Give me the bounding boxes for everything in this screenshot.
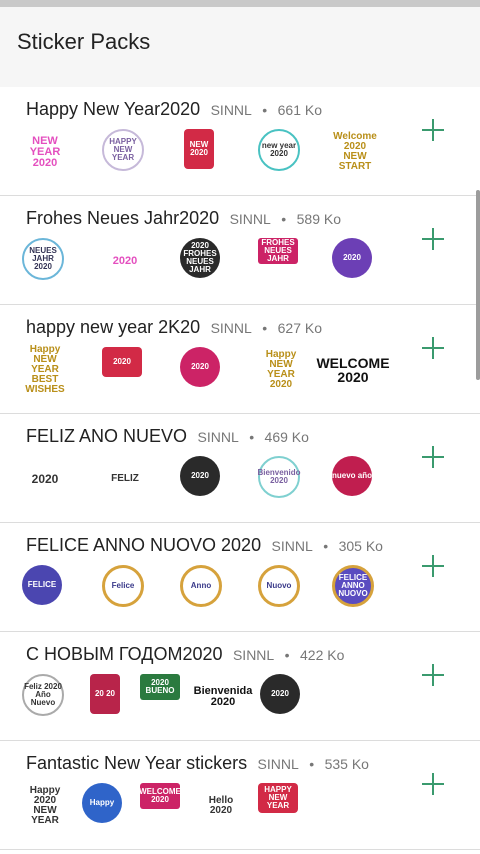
sticker-preview: 2020 FROHES NEUES JAHR [180, 238, 220, 278]
sticker-pack-list: Happy New Year2020 SINNL • 661 Ko NEW YE… [0, 87, 480, 850]
sticker-preview: 2020 [260, 674, 300, 714]
sticker-preview: Feliz 2020 Año Nuevo [22, 674, 64, 716]
sticker-preview-strip: Feliz 2020 Año Nuevo 20 20 2020 BUENO Bi… [22, 674, 402, 730]
sticker-preview: NEUES JAHR 2020 [22, 238, 64, 280]
pack-title: С НОВЫМ ГОДОМ2020 SINNL • 422 Ko [26, 644, 344, 665]
add-plus-icon[interactable] [420, 335, 446, 361]
sticker-preview: FROHES NEUES JAHR [258, 238, 298, 264]
sticker-preview: Bienvenida 2020 [193, 685, 253, 708]
pack-author: SINNL [210, 102, 252, 118]
sticker-preview: 2020 [180, 347, 220, 387]
separator: • [249, 429, 255, 445]
sticker-preview: FELICE [22, 565, 62, 605]
add-plus-icon[interactable] [420, 771, 446, 797]
separator: • [262, 320, 268, 336]
separator: • [281, 211, 287, 227]
sticker-preview: Bienvenido 2020 [257, 456, 301, 498]
sticker-preview-strip: Happy NEW YEAR BEST WISHES 2020 2020 Hap… [22, 344, 402, 403]
sticker-preview: Anno [180, 565, 222, 607]
sticker-preview-strip: NEW YEAR 2020 HAPPY NEW YEAR NEW 2020 ne… [22, 129, 402, 185]
sticker-preview: NEW 2020 [184, 129, 214, 169]
pack-name: Frohes Neues Jahr2020 [26, 208, 220, 228]
sticker-preview: HAPPY NEW YEAR [102, 129, 144, 171]
separator: • [262, 102, 268, 118]
sticker-preview: 2020 [102, 347, 142, 377]
sticker-preview-strip: Happy 2020 NEW YEAR Happy WELCOME 2020 H… [22, 783, 402, 839]
pack-name: FELICE ANNO NUOVO 2020 [26, 535, 262, 555]
pack-name: Fantastic New Year stickers [26, 753, 248, 773]
app-header: Sticker Packs [0, 7, 480, 87]
pack-name: С НОВЫМ ГОДОМ2020 [26, 644, 223, 664]
add-plus-icon[interactable] [420, 117, 446, 143]
sticker-pack-row[interactable]: Fantastic New Year stickers SINNL • 535 … [0, 741, 480, 850]
sticker-preview-strip: 2020 FELIZ 2020 Bienvenido 2020 nuevo añ… [22, 456, 402, 512]
sticker-preview: Felice [102, 565, 144, 607]
sticker-preview: 20 20 [90, 674, 120, 714]
sticker-preview: nuevo año [332, 456, 372, 496]
sticker-preview: Hello 2020 [208, 795, 234, 816]
sticker-preview: Welcome 2020 NEW START [333, 131, 377, 172]
pack-size: 469 Ko [264, 429, 309, 445]
sticker-preview: FELICE ANNO NUOVO [332, 565, 374, 607]
sticker-pack-row[interactable]: FELIZ ANO NUEVO SINNL • 469 Ko 2020 FELI… [0, 414, 480, 523]
sticker-preview: 2020 [332, 238, 372, 278]
pack-size: 627 Ko [277, 320, 322, 336]
add-plus-icon[interactable] [420, 226, 446, 252]
sticker-preview: WELCOME 2020 [139, 783, 181, 809]
add-plus-icon[interactable] [420, 444, 446, 470]
sticker-preview: Happy NEW YEAR BEST WISHES [25, 344, 65, 395]
sticker-preview: Happy NEW YEAR 2020 [265, 349, 297, 390]
pack-author: SINNL [210, 320, 252, 336]
pack-title: Fantastic New Year stickers SINNL • 535 … [26, 753, 369, 774]
pack-author: SINNL [232, 647, 275, 663]
pack-size: 422 Ko [300, 647, 345, 663]
sticker-preview: HAPPY NEW YEAR [258, 783, 298, 813]
sticker-pack-row[interactable]: Frohes Neues Jahr2020 SINNL • 589 Ko NEU… [0, 196, 480, 305]
sticker-preview: WELCOME 2020 [316, 355, 390, 385]
sticker-preview: Nuovo [258, 565, 300, 607]
pack-author: SINNL [197, 429, 239, 445]
pack-title: FELIZ ANO NUEVO SINNL • 469 Ko [26, 426, 309, 447]
status-bar [0, 0, 480, 7]
pack-title: happy new year 2K20 SINNL • 627 Ko [26, 317, 322, 338]
sticker-preview-strip: NEUES JAHR 2020 2020 2020 FROHES NEUES J… [22, 238, 402, 294]
pack-author: SINNL [257, 756, 299, 772]
sticker-preview: 2020 [180, 456, 220, 496]
pack-title: Happy New Year2020 SINNL • 661 Ko [26, 99, 322, 120]
pack-title: Frohes Neues Jahr2020 SINNL • 589 Ko [26, 208, 341, 229]
pack-size: 661 Ko [277, 102, 323, 118]
sticker-preview: 2020 BUENO [140, 674, 180, 700]
separator: • [309, 756, 315, 772]
sticker-preview-strip: FELICE Felice Anno Nuovo FELICE ANNO NUO… [22, 565, 402, 621]
pack-author: SINNL [229, 211, 271, 227]
sticker-preview: FELIZ [111, 473, 139, 484]
pack-author: SINNL [271, 538, 313, 554]
sticker-pack-row[interactable]: С НОВЫМ ГОДОМ2020 SINNL • 422 Ko Feliz 2… [0, 632, 480, 741]
pack-name: happy new year 2K20 [26, 317, 201, 337]
add-plus-icon[interactable] [420, 553, 446, 579]
page-title: Sticker Packs [17, 29, 151, 54]
add-plus-icon[interactable] [420, 662, 446, 688]
sticker-pack-row[interactable]: FELICE ANNO NUOVO 2020 SINNL • 305 Ko FE… [0, 523, 480, 632]
sticker-preview: new year 2020 [258, 129, 300, 171]
sticker-pack-row[interactable]: happy new year 2K20 SINNL • 627 Ko Happy… [0, 305, 480, 414]
scrollbar[interactable] [476, 190, 480, 380]
sticker-preview: Happy 2020 NEW YEAR [29, 785, 61, 826]
pack-title: FELICE ANNO NUOVO 2020 SINNL • 305 Ko [26, 535, 383, 556]
sticker-preview: 2020 [31, 472, 59, 486]
separator: • [284, 647, 290, 663]
pack-name: FELIZ ANO NUEVO [26, 426, 188, 446]
pack-name: Happy New Year2020 [26, 99, 201, 119]
pack-size: 535 Ko [324, 756, 369, 772]
separator: • [323, 538, 329, 554]
sticker-pack-row[interactable]: Happy New Year2020 SINNL • 661 Ko NEW YE… [0, 87, 480, 196]
sticker-preview: Happy [82, 783, 122, 823]
sticker-preview: NEW YEAR 2020 [29, 134, 61, 169]
sticker-preview: 2020 [112, 254, 138, 267]
pack-size: 589 Ko [296, 211, 341, 227]
pack-size: 305 Ko [338, 538, 383, 554]
